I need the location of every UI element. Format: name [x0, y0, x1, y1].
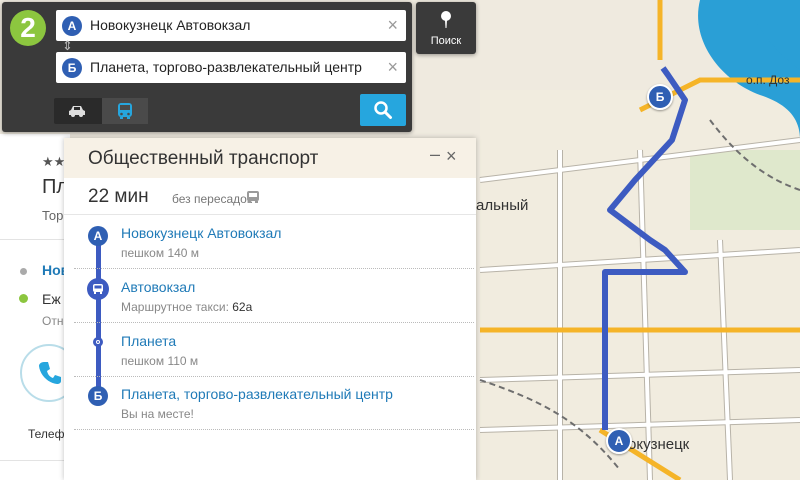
divider [64, 214, 476, 215]
bus-icon [93, 284, 103, 294]
close-button[interactable]: × [446, 146, 457, 167]
map-marker-a[interactable]: А [606, 428, 632, 454]
step-separator [74, 268, 474, 269]
step-end-badge: Б [88, 386, 108, 406]
to-input[interactable]: Планета, торгово-развлекательный центр [90, 59, 362, 75]
step-separator [74, 376, 474, 377]
step-bus-badge [87, 278, 109, 300]
magnifier-icon [374, 101, 392, 119]
phone-button[interactable] [20, 344, 70, 402]
place-info-panel: ★★ Пл Тор Нов Еж Отн Телеф [0, 134, 70, 480]
step-bus-sub-label: Маршрутное такси: [121, 300, 233, 314]
minimize-button[interactable]: – [430, 144, 440, 165]
phone-label: Телеф [28, 427, 65, 441]
step-end-sub: Вы на месте! [121, 407, 194, 421]
address-bullet [20, 268, 27, 275]
route-search-panel: 2 А Новокузнецк Автовокзал × ⇕ Б Планета… [2, 2, 412, 132]
step-bus-title[interactable]: Автовокзал [121, 279, 195, 295]
step-start-title[interactable]: Новокузнецк Автовокзал [121, 225, 281, 241]
route-duration: 22 мин [88, 186, 149, 207]
route-number: 62а [232, 300, 253, 314]
route-panel-header: Общественный транспорт – × [64, 138, 476, 178]
from-clear-button[interactable]: × [387, 15, 398, 35]
from-input[interactable]: Новокузнецк Автовокзал [90, 17, 250, 33]
step-bus-sub: Маршрутное такси: 62а [121, 300, 252, 314]
hours-note: Отн [42, 314, 64, 328]
route-transfers: без пересадок [172, 192, 253, 206]
map-label-city: окузнецк [628, 436, 690, 453]
route-panel-title: Общественный транспорт [88, 148, 319, 169]
app-logo[interactable]: 2 [10, 10, 46, 46]
to-clear-button[interactable]: × [387, 57, 398, 77]
car-icon [69, 106, 85, 117]
step-start-sub: пешком 140 м [121, 246, 200, 260]
bus-icon [247, 191, 259, 203]
hours-text: Еж [42, 291, 61, 307]
divider [0, 460, 70, 461]
park [690, 150, 800, 230]
divider [0, 239, 70, 240]
step-separator [74, 429, 474, 430]
from-field[interactable]: А Новокузнецк Автовокзал × [56, 10, 406, 41]
map-marker-b[interactable]: Б [647, 84, 673, 110]
place-type: Тор [42, 208, 64, 223]
rating-stars: ★★ [42, 154, 66, 169]
map-label-station: о.п. Доз [746, 73, 790, 87]
step-end-title[interactable]: Планета, торгово-развлекательный центр [121, 386, 393, 402]
step-separator [74, 322, 474, 323]
to-badge: Б [62, 58, 82, 78]
route-search-button[interactable] [360, 94, 406, 126]
step-stop-title[interactable]: Планета [121, 333, 176, 349]
phone-icon [39, 362, 61, 384]
step-stop-sub: пешком 110 м [121, 354, 199, 368]
from-badge: А [62, 16, 82, 36]
step-stop-dot [93, 337, 103, 347]
poisk-label: Поиск [430, 35, 462, 47]
transport-mode-switch [54, 98, 148, 124]
route-line [96, 235, 101, 395]
poisk-button[interactable]: Поиск [416, 2, 476, 54]
bus-mode-button[interactable] [102, 98, 148, 124]
hours-icon [19, 294, 28, 303]
step-start-badge: А [88, 226, 108, 246]
bus-icon [118, 103, 132, 119]
map-label-district: альный [476, 197, 529, 214]
car-mode-button[interactable] [54, 98, 100, 124]
to-field[interactable]: Б Планета, торгово-развлекательный центр… [56, 52, 406, 83]
route-details-panel: Общественный транспорт – × 22 мин без пе… [64, 138, 476, 480]
pin-icon [441, 11, 451, 28]
